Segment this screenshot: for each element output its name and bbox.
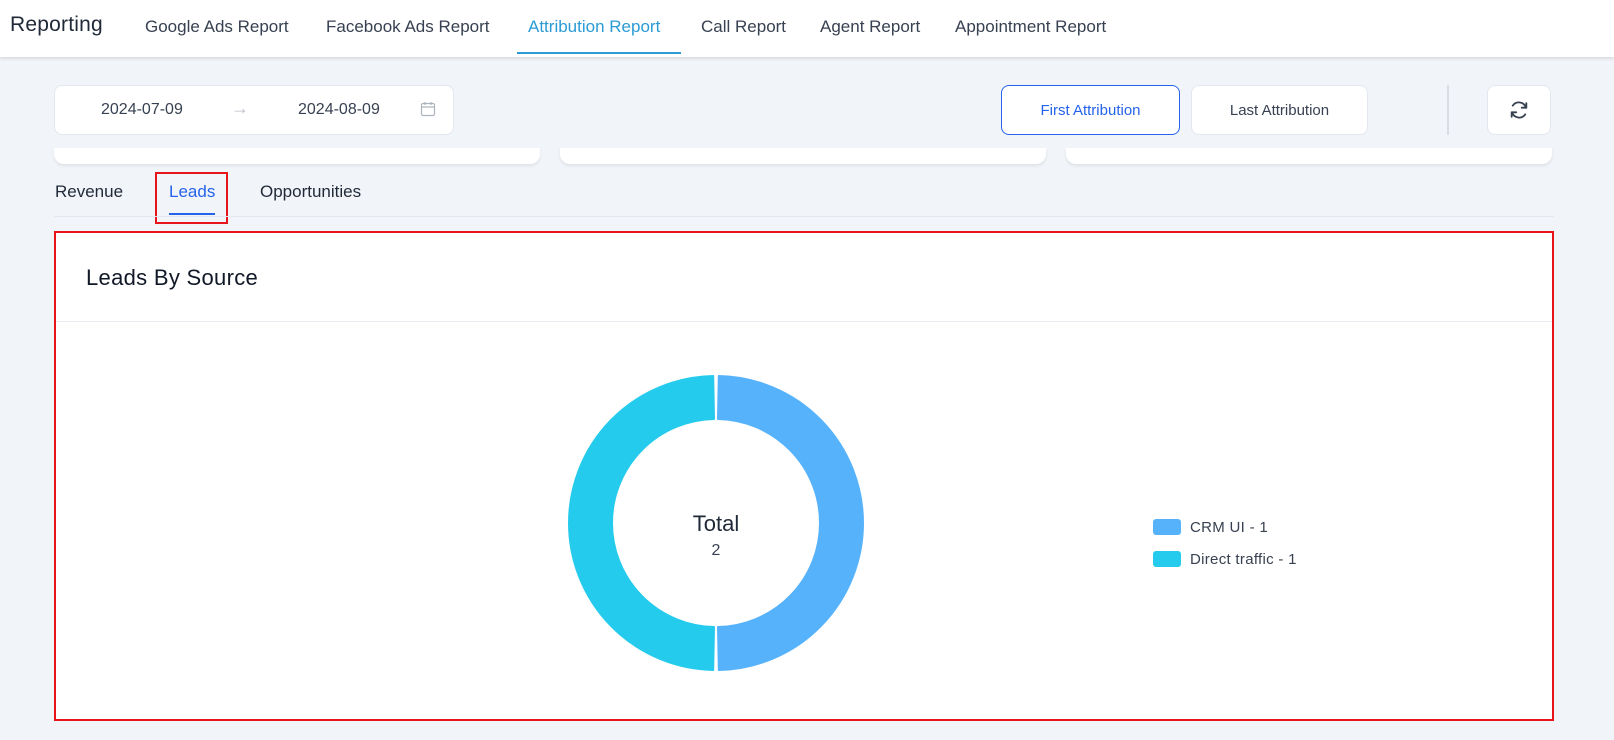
first-attribution-button[interactable]: First Attribution [1001, 85, 1180, 135]
nav-appointment-report[interactable]: Appointment Report [955, 17, 1106, 37]
refresh-icon [1510, 101, 1528, 119]
legend-swatch [1153, 519, 1181, 535]
tab-opportunities[interactable]: Opportunities [260, 182, 361, 202]
last-attribution-button[interactable]: Last Attribution [1191, 85, 1368, 135]
calendar-icon[interactable] [420, 101, 436, 117]
toolbar-divider [1447, 85, 1449, 135]
donut-center-title: Total [692, 511, 740, 536]
legend-item-crm-ui[interactable]: CRM UI - 1 [1153, 511, 1297, 543]
nav-facebook-ads-report[interactable]: Facebook Ads Report [326, 17, 489, 37]
tab-revenue[interactable]: Revenue [55, 182, 123, 202]
date-range-picker[interactable]: 2024-07-09 → 2024-08-09 [54, 85, 454, 135]
nav-google-ads-report[interactable]: Google Ads Report [145, 17, 289, 37]
app-title: Reporting [10, 13, 103, 36]
leads-by-source-panel: Leads By Source Total 2 CRM UI - 1 Direc… [54, 231, 1554, 721]
donut-center-value: 2 [711, 542, 721, 559]
tab-divider [54, 216, 1554, 217]
legend-label: CRM UI - 1 [1190, 518, 1268, 536]
active-nav-indicator [517, 52, 681, 54]
refresh-button[interactable] [1487, 85, 1551, 135]
nav-call-report[interactable]: Call Report [701, 17, 786, 37]
summary-card [1066, 148, 1552, 164]
summary-card [54, 148, 540, 164]
chart-legend: CRM UI - 1 Direct traffic - 1 [1153, 511, 1297, 575]
nav-agent-report[interactable]: Agent Report [820, 17, 920, 37]
summary-card [560, 148, 1046, 164]
arrow-right-icon: → [231, 98, 249, 118]
legend-item-direct-traffic[interactable]: Direct traffic - 1 [1153, 543, 1297, 575]
nav-attribution-report[interactable]: Attribution Report [528, 17, 660, 37]
legend-swatch [1153, 551, 1181, 567]
top-navigation-bar: Reporting Google Ads Report Facebook Ads… [0, 0, 1614, 57]
date-from[interactable]: 2024-07-09 [101, 101, 183, 119]
legend-label: Direct traffic - 1 [1190, 550, 1297, 568]
date-to[interactable]: 2024-08-09 [298, 101, 380, 119]
donut-chart [567, 375, 865, 671]
